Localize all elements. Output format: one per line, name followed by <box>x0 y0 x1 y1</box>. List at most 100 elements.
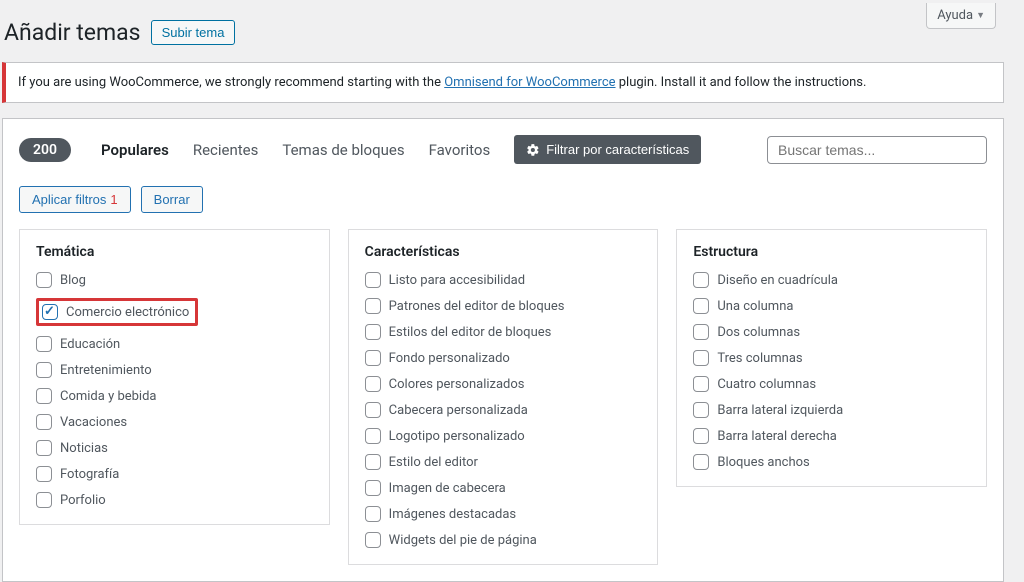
filter-item[interactable]: Imágenes destacadas <box>365 506 642 522</box>
filter-item[interactable]: Noticias <box>36 440 313 456</box>
filter-checkbox[interactable] <box>365 532 381 548</box>
filter-group-title: Temática <box>36 244 313 260</box>
filter-checkbox[interactable] <box>365 428 381 444</box>
filter-checkbox[interactable] <box>365 298 381 314</box>
filter-features-button[interactable]: Filtrar por características <box>514 135 701 164</box>
clear-filters-button[interactable]: Borrar <box>141 186 203 213</box>
filter-list: Listo para accesibilidad Patrones del edi… <box>365 272 642 548</box>
filter-item-label: Cabecera personalizada <box>389 403 528 418</box>
filter-checkbox[interactable] <box>365 454 381 470</box>
filter-column: Temática Blog Comercio electrónico Educació… <box>19 229 330 525</box>
filter-item[interactable]: Listo para accesibilidad <box>365 272 642 288</box>
filter-item[interactable]: Logotipo personalizado <box>365 428 642 444</box>
filter-item[interactable]: Vacaciones <box>36 414 313 430</box>
filter-checkbox[interactable] <box>365 402 381 418</box>
filter-checkbox[interactable] <box>365 480 381 496</box>
filter-item-label: Blog <box>60 273 86 288</box>
filter-item[interactable]: Comida y bebida <box>36 388 313 404</box>
filter-item[interactable]: Cabecera personalizada <box>365 402 642 418</box>
filter-tab[interactable]: Recientes <box>181 141 271 159</box>
filter-item[interactable]: Cuatro columnas <box>693 376 970 392</box>
filter-checkbox[interactable] <box>693 298 709 314</box>
notice-link[interactable]: Omnisend for WooCommerce <box>444 75 615 90</box>
action-row: Aplicar filtros1 Borrar <box>19 186 987 213</box>
filter-checkbox[interactable] <box>365 376 381 392</box>
chevron-down-icon: ▼ <box>976 10 985 21</box>
filter-item[interactable]: Entretenimiento <box>36 362 313 378</box>
filter-checkbox[interactable] <box>42 304 58 320</box>
filter-item-label: Comercio electrónico <box>66 305 189 320</box>
filter-tab[interactable]: Populares <box>89 141 181 159</box>
filter-tab[interactable]: Temas de bloques <box>270 141 416 159</box>
filter-checkbox[interactable] <box>36 466 52 482</box>
filter-column: Estructura Diseño en cuadrícula Una column… <box>676 229 987 487</box>
filter-checkbox[interactable] <box>365 350 381 366</box>
filter-tabs: PopularesRecientesTemas de bloquesFavori… <box>89 141 502 159</box>
filter-checkbox[interactable] <box>36 272 52 288</box>
filter-bar: 200 PopularesRecientesTemas de bloquesFa… <box>19 135 987 164</box>
filter-groups: Temática Blog Comercio electrónico Educació… <box>19 229 987 565</box>
filter-checkbox[interactable] <box>36 336 52 352</box>
filter-group-title: Estructura <box>693 244 970 260</box>
filter-item[interactable]: Bloques anchos <box>693 454 970 470</box>
filter-checkbox[interactable] <box>693 272 709 288</box>
woocommerce-notice: If you are using WooCommerce, we strongl… <box>2 62 1004 103</box>
filter-tab[interactable]: Favoritos <box>417 141 503 159</box>
filter-checkbox[interactable] <box>693 376 709 392</box>
search-box <box>767 136 987 164</box>
search-input[interactable] <box>767 136 987 164</box>
filter-checkbox[interactable] <box>693 402 709 418</box>
filter-item-label: Cuatro columnas <box>717 377 816 392</box>
filter-item[interactable]: Fotografía <box>36 466 313 482</box>
filter-item-label: Fondo personalizado <box>389 351 510 366</box>
apply-filters-button[interactable]: Aplicar filtros1 <box>19 186 131 213</box>
notice-suffix: plugin. Install it and follow the instru… <box>616 75 867 90</box>
filter-item[interactable]: Patrones del editor de bloques <box>365 298 642 314</box>
filter-features-label: Filtrar por características <box>546 142 689 157</box>
filter-item[interactable]: Diseño en cuadrícula <box>693 272 970 288</box>
help-tab[interactable]: Ayuda ▼ <box>926 3 996 29</box>
filter-item[interactable]: Blog <box>36 272 313 288</box>
filter-item[interactable]: Dos columnas <box>693 324 970 340</box>
filter-item-label: Imágenes destacadas <box>389 507 516 522</box>
filter-checkbox[interactable] <box>365 506 381 522</box>
filter-checkbox[interactable] <box>693 428 709 444</box>
filter-item[interactable]: Fondo personalizado <box>365 350 642 366</box>
help-label: Ayuda <box>937 8 973 23</box>
filter-item[interactable]: Estilos del editor de bloques <box>365 324 642 340</box>
filter-item[interactable]: Tres columnas <box>693 350 970 366</box>
filter-item[interactable]: Barra lateral izquierda <box>693 402 970 418</box>
filter-item[interactable]: Una columna <box>693 298 970 314</box>
filter-group-title: Características <box>365 244 642 260</box>
filter-item-label: Listo para accesibilidad <box>389 273 525 288</box>
filter-list: Diseño en cuadrícula Una columna Dos colum… <box>693 272 970 470</box>
filter-item[interactable]: Comercio electrónico <box>42 304 189 320</box>
filter-column: Características Listo para accesibilidad P… <box>348 229 659 565</box>
filter-item-label: Dos columnas <box>717 325 800 340</box>
filter-checkbox[interactable] <box>36 388 52 404</box>
filter-item-label: Imagen de cabecera <box>389 481 506 496</box>
filter-checkbox[interactable] <box>36 440 52 456</box>
upload-theme-button[interactable]: Subir tema <box>151 20 236 45</box>
filter-checkbox[interactable] <box>36 492 52 508</box>
filter-item[interactable]: Educación <box>36 336 313 352</box>
filter-checkbox[interactable] <box>36 414 52 430</box>
filter-item[interactable]: Widgets del pie de página <box>365 532 642 548</box>
filter-checkbox[interactable] <box>365 272 381 288</box>
filter-item-label: Barra lateral izquierda <box>717 403 843 418</box>
filter-checkbox[interactable] <box>36 362 52 378</box>
filter-item-label: Noticias <box>60 441 108 456</box>
filter-checkbox[interactable] <box>693 350 709 366</box>
filter-item[interactable]: Barra lateral derecha <box>693 428 970 444</box>
filter-item[interactable]: Imagen de cabecera <box>365 480 642 496</box>
filter-checkbox[interactable] <box>693 454 709 470</box>
filter-item[interactable]: Porfolio <box>36 492 313 508</box>
filter-item-label: Patrones del editor de bloques <box>389 299 565 314</box>
filter-item[interactable]: Colores personalizados <box>365 376 642 392</box>
filter-item-label: Estilo del editor <box>389 455 478 470</box>
filter-checkbox[interactable] <box>365 324 381 340</box>
filter-item-label: Diseño en cuadrícula <box>717 273 838 288</box>
filter-item[interactable]: Estilo del editor <box>365 454 642 470</box>
filter-item-label: Widgets del pie de página <box>389 533 537 548</box>
filter-checkbox[interactable] <box>693 324 709 340</box>
